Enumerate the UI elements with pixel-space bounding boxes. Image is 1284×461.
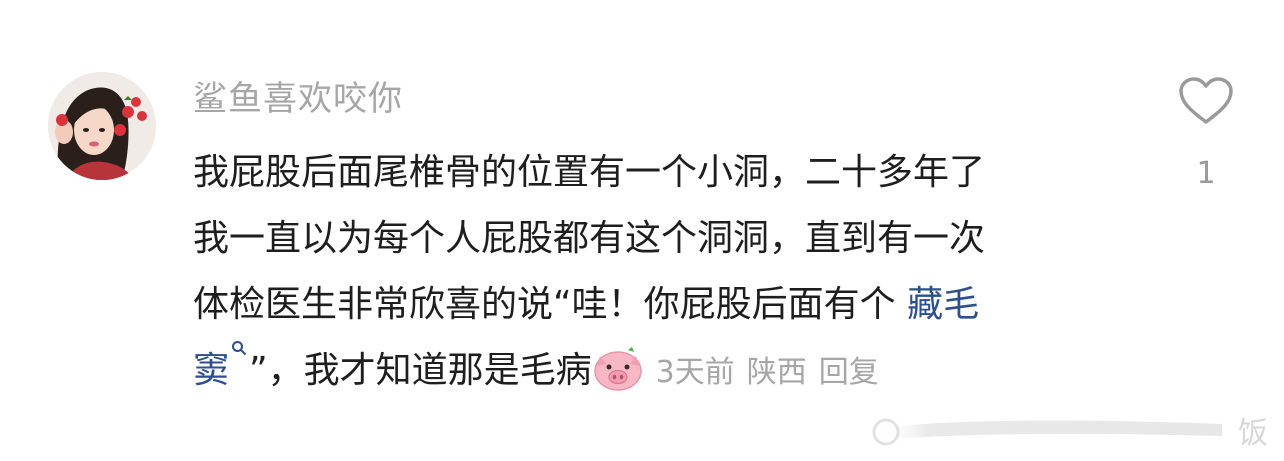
comment-line-4: 窦 ”，我才知道那是毛病 3天前 陕西 回复	[193, 338, 1133, 404]
reply-button[interactable]: 回复	[819, 355, 879, 390]
comment-body: 我屁股后面尾椎骨的位置有一个小洞，二十多年了 我一直以为每个人屁股都有这个洞洞，…	[193, 140, 1133, 404]
keyword-link-part1[interactable]: 藏毛	[907, 284, 979, 325]
comment-line-3: 体检医生非常欣喜的说“哇！你屁股后面有个 藏毛	[193, 272, 1133, 338]
watermark: 饭	[862, 406, 1282, 456]
comment-location: 陕西	[746, 355, 807, 390]
like-count: 1	[1196, 156, 1216, 191]
comment-line-1: 我屁股后面尾椎骨的位置有一个小洞，二十多年了	[193, 152, 986, 193]
comment-line-3-text: 体检医生非常欣喜的说“哇！你屁股后面有个	[193, 284, 908, 325]
avatar[interactable]	[48, 72, 156, 180]
username[interactable]: 鲨鱼喜欢咬你	[193, 76, 403, 122]
comment-meta: 3天前 陕西 回复	[644, 355, 879, 390]
pig-face-emoji	[592, 346, 644, 392]
comment-line-4-text: ”，我才知道那是毛病	[249, 350, 592, 391]
search-icon[interactable]	[229, 338, 249, 374]
keyword-link-part2[interactable]: 窦	[193, 350, 229, 391]
watermark-text: 饭	[1238, 416, 1268, 451]
like-button[interactable]: 1	[1176, 76, 1236, 191]
comment-time: 3天前	[655, 355, 735, 390]
heart-outline-icon[interactable]	[1178, 76, 1234, 126]
comment-item: 鲨鱼喜欢咬你 我屁股后面尾椎骨的位置有一个小洞，二十多年了 我一直以为每个人屁股…	[0, 0, 1284, 461]
comment-line-2: 我一直以为每个人屁股都有这个洞洞，直到有一次	[193, 218, 986, 259]
avatar-image	[48, 72, 156, 180]
watermark-brush-stroke	[872, 418, 1222, 446]
